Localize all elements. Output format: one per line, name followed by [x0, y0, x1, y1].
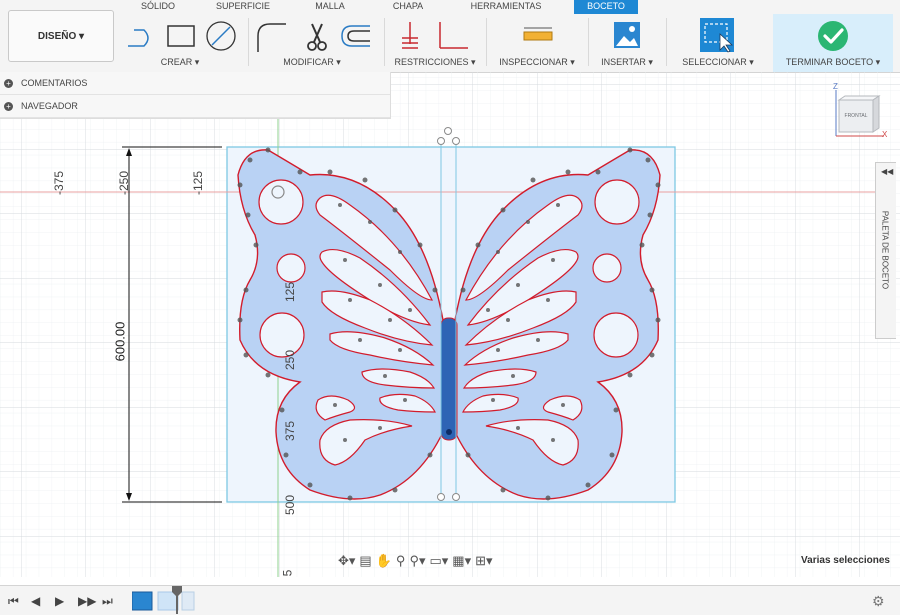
fillet-icon[interactable] [257, 23, 286, 52]
selection-status: Varias selecciones [801, 555, 890, 566]
axis-x-label: X [882, 130, 888, 139]
orbit-icon[interactable]: ✥▾ [338, 553, 355, 569]
butterfly-body[interactable] [440, 317, 458, 441]
select-window-icon[interactable] [676, 18, 760, 58]
sketch-palette-label[interactable]: PALETA DE BOCETO [881, 211, 890, 289]
group-label-crear[interactable]: CREAR ▾ [120, 57, 240, 68]
finish-check-icon[interactable] [773, 18, 893, 58]
divider [588, 18, 589, 66]
grid-settings-icon[interactable]: ▦▾ [452, 553, 471, 569]
viewcube[interactable]: Z X FRONTAL [828, 82, 888, 142]
viewcube-graphic[interactable] [828, 82, 888, 142]
ruler-label-h: -250 [117, 170, 132, 196]
browser-panel: + COMENTARIOS + NAVEGADOR [0, 72, 391, 119]
ruler-label-v: 250 [283, 349, 298, 371]
ruler-label-v: 500 [283, 494, 298, 516]
ruler-label-v: 5 [280, 569, 295, 577]
tab-malla[interactable]: MALLA [310, 0, 350, 12]
group-seleccionar: SELECCIONAR ▾ [676, 14, 760, 72]
axis-z-label: Z [833, 82, 838, 91]
group-crear: CREAR ▾ [120, 14, 240, 72]
trim-scissors-icon[interactable] [307, 23, 327, 51]
timeline-bar: ⏮ ◀ ▶ ▶▶ ⏭ ⚙ [0, 585, 900, 615]
zoom-icon[interactable]: ⚲ [396, 553, 406, 569]
sketch-feature-icon[interactable] [132, 591, 153, 611]
circle-icon[interactable] [206, 21, 236, 51]
toolbar-ribbon: SÓLIDO SUPERFICIE MALLA CHAPA HERRAMIENT… [0, 0, 900, 73]
ruler-label-h: -375 [52, 170, 67, 196]
tab-solido[interactable]: SÓLIDO [140, 0, 176, 12]
group-inspeccionar: INSPECCIONAR ▾ [492, 14, 582, 72]
workspace-switcher-button[interactable]: DISEÑO ▾ [8, 10, 114, 62]
measure-ruler-icon[interactable] [492, 18, 582, 58]
step-forward-icon[interactable]: ▶▶ [78, 594, 96, 608]
dimension-value[interactable]: 600.00 [112, 322, 127, 362]
group-label-seleccionar[interactable]: SELECCIONAR ▾ [676, 57, 760, 68]
look-at-icon[interactable]: ▤ [359, 553, 371, 569]
ruler-label-v: 375 [283, 420, 298, 442]
group-label-insertar[interactable]: INSERTAR ▾ [594, 57, 660, 68]
tab-chapa[interactable]: CHAPA [388, 0, 428, 12]
tab-bar: SÓLIDO SUPERFICIE MALLA CHAPA HERRAMIENT… [0, 0, 900, 14]
divider [248, 18, 249, 66]
group-label-inspeccionar[interactable]: INSPECCIONAR ▾ [492, 57, 582, 68]
group-restricciones: RESTRICCIONES ▾ [388, 14, 482, 72]
ruler-label-v: 125 [283, 281, 298, 303]
navigation-bar: ✥▾ ▤ ✋ ⚲ ⚲▾ ▭▾ ▦▾ ⊞▾ [336, 549, 560, 573]
play-icon[interactable]: ▶ [55, 594, 64, 608]
insert-image-icon[interactable] [594, 18, 660, 58]
fit-zoom-icon[interactable]: ⚲▾ [409, 553, 425, 569]
tab-boceto[interactable]: BOCETO [574, 0, 638, 14]
create-tools-icons [128, 21, 236, 51]
comments-row[interactable]: + COMENTARIOS [0, 72, 390, 95]
group-label-restricciones[interactable]: RESTRICCIONES ▾ [388, 57, 482, 68]
tab-herramientas[interactable]: HERRAMIENTAS [466, 0, 546, 12]
canvas-drawing [0, 72, 900, 577]
viewports-icon[interactable]: ⊞▾ [475, 553, 492, 569]
step-back-icon[interactable]: ◀ [31, 594, 40, 608]
expand-plus-icon[interactable]: + [4, 78, 13, 88]
line-icon[interactable] [128, 29, 149, 47]
constraint-tools-icons [402, 22, 468, 49]
perpendicular-icon[interactable] [439, 22, 468, 49]
group-modificar: MODIFICAR ▾ [252, 14, 372, 72]
go-to-start-icon[interactable]: ⏮ [8, 594, 19, 609]
display-settings-icon[interactable]: ▭▾ [429, 553, 448, 569]
divider [384, 18, 385, 66]
collapse-arrows-icon[interactable]: ◀◀ [881, 167, 893, 176]
ruler-label-h: -125 [191, 170, 206, 196]
sketch-canvas[interactable]: -375 -250 -125 125 250 375 500 5 600.00 [0, 72, 900, 577]
divider [666, 18, 667, 66]
group-label-modificar[interactable]: MODIFICAR ▾ [252, 57, 372, 68]
fix-constraint-icon[interactable] [402, 22, 418, 49]
group-insertar: INSERTAR ▾ [594, 14, 660, 72]
comments-label: COMENTARIOS [21, 78, 88, 88]
timeline-features[interactable] [132, 590, 196, 612]
timeline-marker[interactable] [170, 586, 184, 614]
navigator-row[interactable]: + NAVEGADOR [0, 95, 390, 118]
divider [486, 18, 487, 66]
finish-sketch-group[interactable]: TERMINAR BOCETO ▾ [773, 14, 893, 72]
rectangle-icon[interactable] [167, 25, 195, 47]
expand-plus-icon[interactable]: + [4, 101, 13, 111]
modify-tools-icons [257, 23, 370, 52]
viewcube-face-label[interactable]: FRONTAL [839, 113, 873, 119]
finish-sketch-button[interactable]: TERMINAR BOCETO ▾ [773, 57, 893, 68]
tab-superficie[interactable]: SUPERFICIE [214, 0, 272, 12]
timeline-settings-gear-icon[interactable]: ⚙ [872, 593, 885, 610]
go-to-end-icon[interactable]: ⏭ [102, 594, 113, 609]
navigator-label: NAVEGADOR [21, 101, 78, 111]
pan-hand-icon[interactable]: ✋ [376, 553, 392, 569]
offset-icon[interactable] [341, 25, 370, 47]
